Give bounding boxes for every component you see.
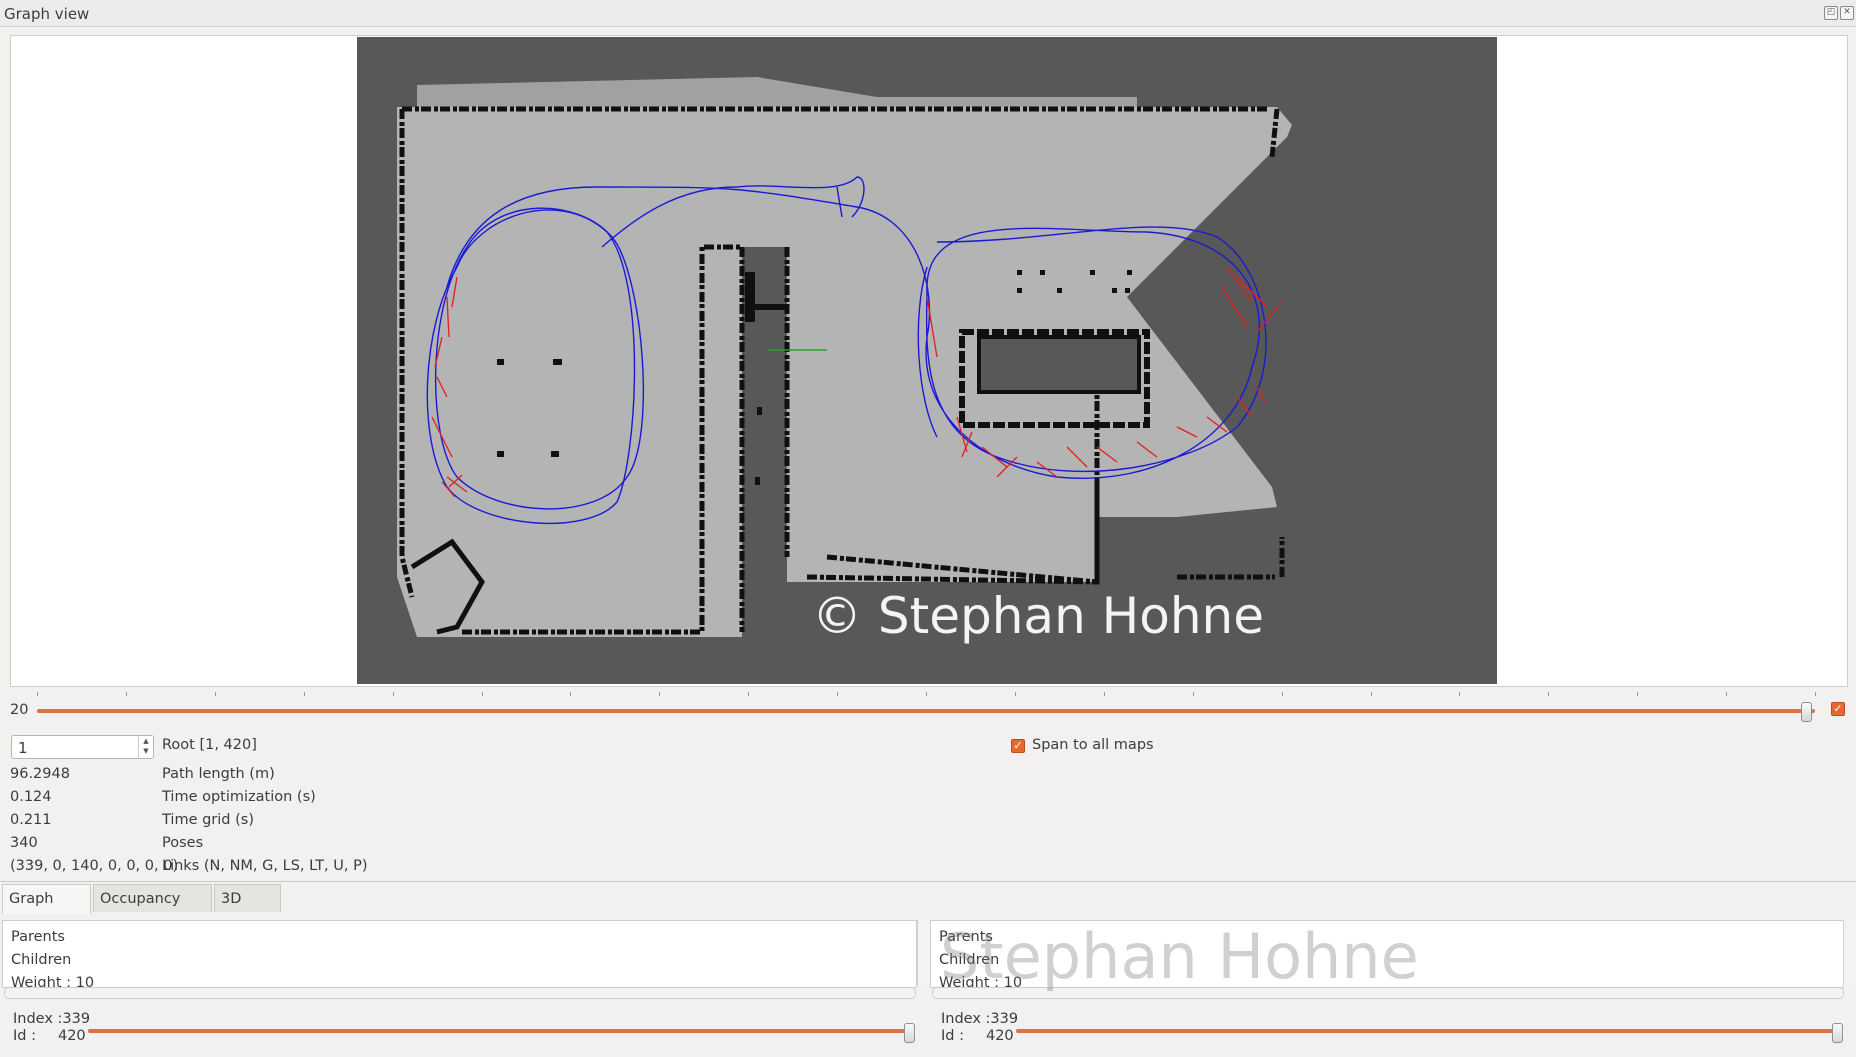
timeline-tick (1726, 692, 1728, 696)
tab-graph-view[interactable]: Graph view (2, 884, 91, 935)
timeline-tick (1281, 692, 1283, 696)
root-label: Root [1, 420] (162, 737, 257, 753)
timeline-tick (37, 692, 38, 696)
timeline-tick (570, 692, 572, 696)
watermark-secondary: Stephan Hohne (940, 920, 1419, 993)
timeline-tick (125, 692, 127, 696)
timeline-tick (481, 692, 483, 696)
index-value: 339 (990, 1011, 1019, 1027)
span-all-maps-label: Span to all maps (1032, 737, 1154, 753)
watermark: © Stephan Hohne (812, 587, 1264, 645)
timeline-tick (303, 692, 305, 696)
timeline-tick (1548, 692, 1550, 696)
spin-value: 1 (18, 739, 28, 757)
stat-label: Time optimization (s) (162, 789, 316, 805)
float-window-icon[interactable]: ◰ (1824, 6, 1838, 20)
stat-value: (339, 0, 140, 0, 0, 0, 0) (10, 858, 179, 874)
parents-label: Parents (11, 929, 65, 945)
timeline-tick (659, 692, 661, 696)
node-slider-left[interactable] (88, 1029, 911, 1033)
node-slider-right[interactable] (1016, 1029, 1839, 1033)
window-title: Graph view (4, 5, 90, 23)
index-label-left: Index :339 (13, 1011, 90, 1027)
id-caption: Id : (941, 1028, 964, 1044)
index-label-right: Index :339 (941, 1011, 1018, 1027)
occupancy-map[interactable]: © Stephan Hohne (357, 37, 1497, 684)
stat-label: Links (N, NM, G, LS, LT, U, P) (162, 858, 368, 874)
span-all-maps-checkbox[interactable]: ✓ (1011, 739, 1025, 753)
root-spinbox[interactable]: 1 ▲ ▼ (11, 735, 154, 759)
left-horizontal-scrollbar[interactable] (4, 987, 916, 999)
timeline-tick (926, 692, 927, 696)
timeline-slider[interactable] (37, 709, 1815, 713)
free-space (397, 77, 1292, 637)
id-caption: Id : (13, 1028, 36, 1044)
id-value: 420 (57, 1028, 86, 1044)
index-caption: Index : (13, 1011, 63, 1027)
stat-label: Poses (162, 835, 204, 851)
stat-value: 96.2948 (10, 766, 70, 782)
id-label-right: Id : 420 (941, 1028, 1014, 1044)
timeline-tick (748, 692, 750, 696)
timeline-checkbox[interactable]: ✓ (1831, 702, 1845, 716)
stat-label: Path length (m) (162, 766, 275, 782)
timeline-tick (1103, 692, 1105, 696)
left-vertical-scrollbar[interactable] (917, 920, 930, 986)
index-caption: Index : (941, 1011, 991, 1027)
node-slider-left-handle[interactable] (904, 1023, 916, 1043)
close-icon[interactable]: ✕ (1840, 6, 1854, 20)
tab-occupancy-grid[interactable]: Occupancy Grid (93, 884, 212, 935)
stat-value: 0.124 (10, 789, 52, 805)
node-slider-right-handle[interactable] (1832, 1023, 1844, 1043)
tab-3d-view[interactable]: 3D view (214, 884, 281, 935)
stat-value: 0.211 (10, 812, 52, 828)
timeline-tick (1815, 692, 1816, 696)
stat-value: 340 (10, 835, 38, 851)
timeline-ticks (37, 692, 1816, 698)
right-vertical-scrollbar[interactable] (1843, 920, 1856, 986)
timeline-tick (837, 692, 839, 696)
timeline-tick (1192, 692, 1194, 696)
children-label: Children (11, 952, 72, 968)
timeline-tick (214, 692, 216, 696)
title-bar: Graph view ◰ ✕ (0, 0, 1856, 27)
timeline-tick (1459, 692, 1461, 696)
stat-label: Time grid (s) (162, 812, 254, 828)
timeline-slider-handle[interactable] (1801, 702, 1813, 722)
index-value: 339 (62, 1011, 91, 1027)
id-value: 420 (985, 1028, 1014, 1044)
timeline-tick (1370, 692, 1372, 696)
timeline-tick (392, 692, 394, 696)
id-label-left: Id : 420 (13, 1028, 86, 1044)
timeline-tick (1014, 692, 1016, 696)
tab-divider (0, 881, 1856, 882)
spin-arrows[interactable]: ▲ ▼ (138, 736, 153, 758)
timeline-value: 20 (10, 702, 29, 718)
node-info-left[interactable]: Parents Children Weight : 10 (2, 920, 917, 988)
timeline-tick (1637, 692, 1639, 696)
